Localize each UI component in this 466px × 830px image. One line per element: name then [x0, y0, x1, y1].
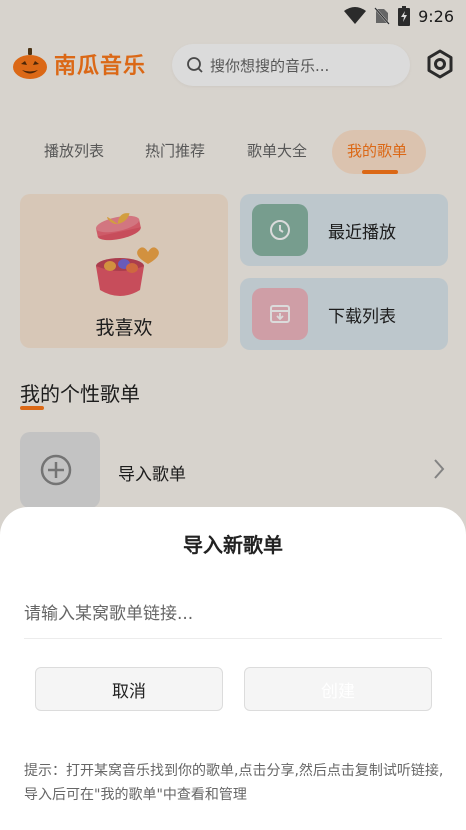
playlist-link-input[interactable]: [24, 589, 442, 639]
import-dialog: 导入新歌单 取消 创建 提示：打开某窝音乐找到你的歌单,点击分享,然后点击复制试…: [0, 507, 466, 830]
cancel-button[interactable]: 取消: [35, 667, 223, 711]
create-button[interactable]: 创建: [244, 667, 432, 711]
dialog-hint: 提示：打开某窝音乐找到你的歌单,点击分享,然后点击复制试听链接, 导入后可在"我…: [24, 763, 444, 803]
dialog-title: 导入新歌单: [183, 533, 283, 557]
